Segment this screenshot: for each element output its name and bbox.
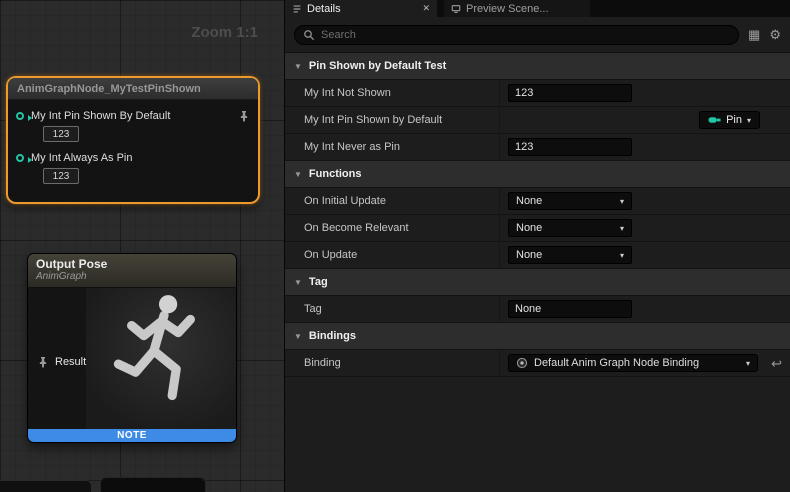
search-row: ▦ ⚙ <box>285 17 790 53</box>
property-label: My Int Never as Pin <box>285 141 499 153</box>
property-row: On Become Relevant None ▾ <box>285 215 790 242</box>
on-initial-update-dropdown[interactable]: None ▾ <box>508 192 632 210</box>
details-tab-icon <box>292 4 302 14</box>
property-label: My Int Not Shown <box>285 87 499 99</box>
property-label: Binding <box>285 357 499 369</box>
property-row: Binding Default Anim Graph Node Binding … <box>285 350 790 377</box>
section-header-pin-shown-by-default-test[interactable]: ▼ Pin Shown by Default Test <box>285 53 790 80</box>
pose-preview-image <box>86 288 236 429</box>
search-box[interactable] <box>294 25 739 45</box>
node-body: My Int Pin Shown By Default 123 My Int A… <box>8 100 258 202</box>
chevron-down-icon: ▾ <box>620 251 624 260</box>
chevron-down-icon: ▼ <box>294 170 302 179</box>
dropdown-value: None <box>516 222 542 234</box>
tab-bar: Details ✕ Preview Scene... <box>285 0 790 17</box>
chevron-down-icon: ▼ <box>294 332 302 341</box>
node-title: Output Pose <box>36 257 228 271</box>
mannequin-figure <box>86 288 236 430</box>
int-pin-icon[interactable] <box>16 154 24 162</box>
revert-arrow-icon[interactable]: ↩ <box>771 357 782 370</box>
partial-node[interactable] <box>0 480 92 492</box>
search-icon <box>303 29 315 41</box>
partial-node[interactable] <box>100 477 206 492</box>
section-header-functions[interactable]: ▼ Functions <box>285 161 790 188</box>
pin-mode-value: Pin <box>726 114 742 126</box>
note-banner[interactable]: NOTE <box>28 429 236 442</box>
dropdown-value: None <box>516 249 542 261</box>
result-pin-label: Result <box>55 356 86 368</box>
chevron-down-icon: ▾ <box>747 116 751 125</box>
property-row: On Update None ▾ <box>285 242 790 269</box>
my-int-not-shown-input[interactable] <box>508 84 632 102</box>
property-label: My Int Pin Shown by Default <box>285 114 499 126</box>
int-value-input[interactable]: 123 <box>43 168 79 184</box>
property-label: On Become Relevant <box>285 222 499 234</box>
chevron-down-icon: ▼ <box>294 278 302 287</box>
property-row: My Int Not Shown <box>285 80 790 107</box>
property-row: My Int Never as Pin <box>285 134 790 161</box>
on-become-relevant-dropdown[interactable]: None ▾ <box>508 219 632 237</box>
search-input[interactable] <box>321 29 730 41</box>
int-value-input[interactable]: 123 <box>43 126 79 142</box>
node-body: Result <box>28 288 236 429</box>
anim-graph-node-selected[interactable]: AnimGraphNode_MyTestPinShown My Int Pin … <box>6 76 260 204</box>
tab-details[interactable]: Details ✕ <box>285 0 437 17</box>
output-pose-node[interactable]: Output Pose AnimGraph <box>27 253 237 443</box>
property-row: My Int Pin Shown by Default Pin ▾ <box>285 107 790 134</box>
property-label: Tag <box>285 303 499 315</box>
on-update-dropdown[interactable]: None ▾ <box>508 246 632 264</box>
pin-mode-dropdown[interactable]: Pin ▾ <box>699 111 760 129</box>
section-title: Bindings <box>309 330 356 342</box>
my-int-never-as-pin-input[interactable] <box>508 138 632 156</box>
section-title: Pin Shown by Default Test <box>309 60 446 72</box>
binding-icon <box>516 357 528 369</box>
property-label: On Initial Update <box>285 195 499 207</box>
section-header-bindings[interactable]: ▼ Bindings <box>285 323 790 350</box>
result-pin-icon[interactable] <box>37 356 49 368</box>
binding-value: Default Anim Graph Node Binding <box>534 357 699 369</box>
pin-visibility-toggle-icon[interactable] <box>238 110 250 122</box>
property-row: Tag <box>285 296 790 323</box>
pin-label: My Int Pin Shown By Default <box>31 110 170 122</box>
chevron-down-icon: ▾ <box>620 197 624 206</box>
tab-label: Preview Scene... <box>466 3 549 15</box>
zoom-level-label: Zoom 1:1 <box>191 24 258 41</box>
binding-dropdown[interactable]: Default Anim Graph Node Binding ▾ <box>508 354 758 372</box>
section-title: Tag <box>309 276 328 288</box>
section-header-tag[interactable]: ▼ Tag <box>285 269 790 296</box>
preview-scene-tab-icon <box>451 4 461 14</box>
tab-preview-scene[interactable]: Preview Scene... <box>444 0 590 17</box>
pin-icon <box>708 115 721 125</box>
pin-label: My Int Always As Pin <box>31 152 132 164</box>
tab-label: Details <box>307 3 341 15</box>
node-subtitle: AnimGraph <box>36 271 228 282</box>
close-icon[interactable]: ✕ <box>422 3 430 14</box>
property-label: On Update <box>285 249 499 261</box>
section-title: Functions <box>309 168 362 180</box>
int-pin-icon[interactable] <box>16 112 24 120</box>
property-row: On Initial Update None ▾ <box>285 188 790 215</box>
dropdown-value: None <box>516 195 542 207</box>
details-panel: Details ✕ Preview Scene... ▦ ⚙ ▼ Pin Sho… <box>285 0 790 492</box>
gear-icon[interactable]: ⚙ <box>769 28 781 41</box>
node-title[interactable]: AnimGraphNode_MyTestPinShown <box>8 78 258 100</box>
animgraph-editor-canvas[interactable]: Zoom 1:1 AnimGraphNode_MyTestPinShown My… <box>0 0 285 492</box>
node-header[interactable]: Output Pose AnimGraph <box>28 254 236 288</box>
view-options-icon[interactable]: ▦ <box>748 28 760 41</box>
chevron-down-icon: ▾ <box>746 359 750 368</box>
chevron-down-icon: ▾ <box>620 224 624 233</box>
tag-input[interactable] <box>508 300 632 318</box>
chevron-down-icon: ▼ <box>294 62 302 71</box>
